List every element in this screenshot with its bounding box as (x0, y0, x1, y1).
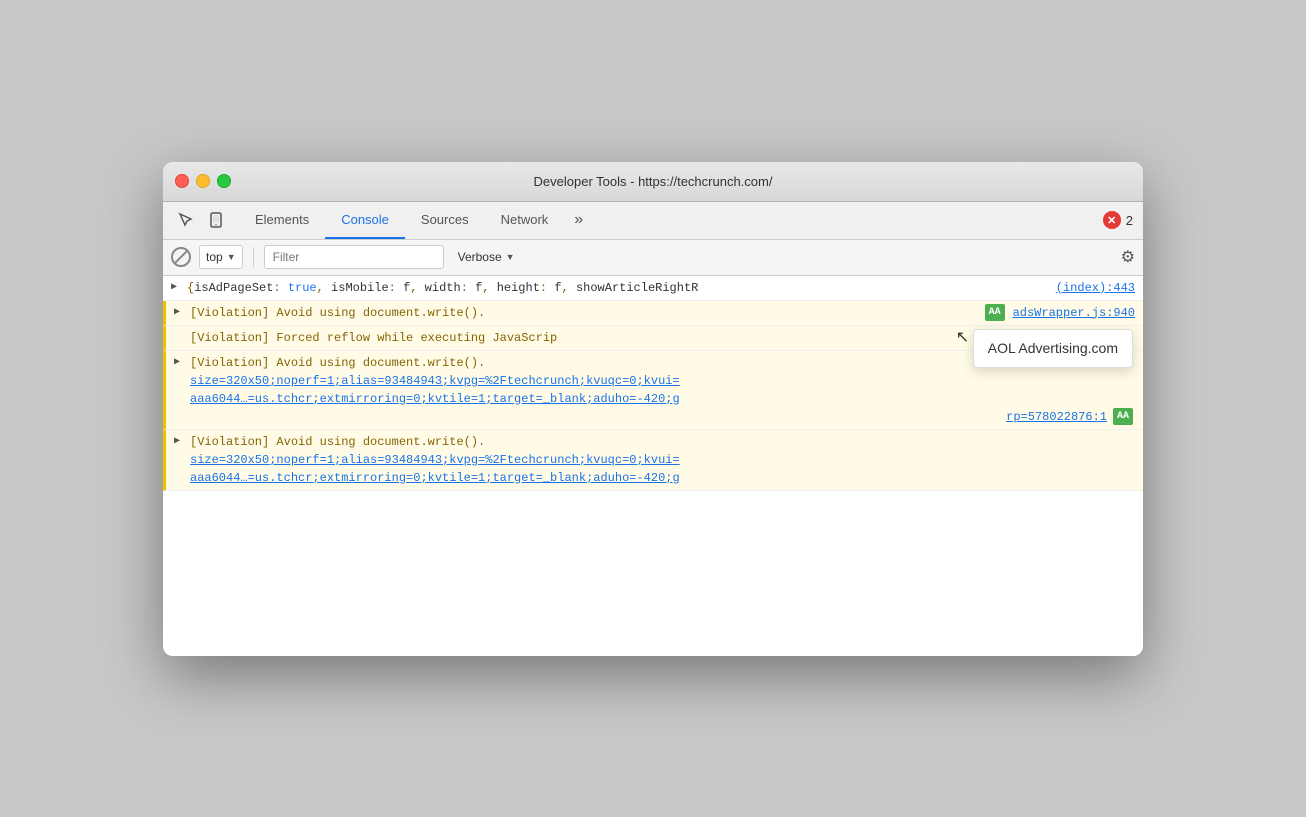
inspect-icon[interactable] (173, 207, 199, 233)
settings-icon[interactable]: ⚙ (1121, 247, 1135, 267)
traffic-lights (175, 174, 231, 188)
console-text-3: [Violation] Forced reflow while executin… (190, 331, 557, 345)
clear-console-button[interactable] (171, 247, 191, 267)
device-icon[interactable] (203, 207, 229, 233)
aa-badge-1: AA (985, 304, 1005, 321)
expand-arrow-1[interactable]: ▶ (171, 280, 177, 295)
window-title: Developer Tools - https://techcrunch.com… (534, 174, 773, 189)
tab-elements[interactable]: Elements (239, 201, 325, 239)
file-link-2[interactable]: adsWrapper.js:940 (1013, 304, 1135, 322)
tooltip-popup: ↖ AOL Advertising.com (973, 329, 1133, 368)
maximize-button[interactable] (217, 174, 231, 188)
file-link-4[interactable]: rp=578022876:1 (1006, 408, 1107, 426)
tab-network[interactable]: Network (485, 201, 565, 239)
console-row-5: ▶ [Violation] Avoid using document.write… (163, 430, 1143, 491)
error-badge: ✕ 2 (1103, 211, 1133, 229)
console-content: ▶ (index):443 {isAdPageSet: true, isMobi… (163, 276, 1143, 656)
verbose-dropdown-arrow: ▼ (506, 252, 515, 262)
url-link-4b[interactable]: aaa6044…=us.tchcr;extmirroring=0;kvtile=… (190, 392, 680, 406)
filter-input[interactable] (264, 245, 444, 269)
tooltip-text: AOL Advertising.com (988, 340, 1118, 356)
minimize-button[interactable] (196, 174, 210, 188)
error-icon: ✕ (1103, 211, 1121, 229)
console-text-4: [Violation] Avoid using document.write()… (190, 356, 485, 370)
expand-arrow-4[interactable]: ▶ (174, 355, 180, 370)
tab-sources[interactable]: Sources (405, 201, 485, 239)
context-dropdown-arrow: ▼ (227, 252, 236, 262)
console-text-5: [Violation] Avoid using document.write()… (190, 435, 485, 449)
console-text-2: [Violation] Avoid using document.write()… (190, 306, 485, 320)
tab-bar: Elements Console Sources Network » ✕ 2 (163, 202, 1143, 240)
more-tabs-button[interactable]: » (568, 201, 589, 239)
tabs-container: Elements Console Sources Network (239, 201, 564, 239)
toolbar-divider (253, 247, 254, 267)
url-link-4a[interactable]: size=320x50;noperf=1;alias=93484943;kvpg… (190, 374, 680, 388)
titlebar: Developer Tools - https://techcrunch.com… (163, 162, 1143, 202)
expand-arrow-2[interactable]: ▶ (174, 305, 180, 320)
file-link-1[interactable]: (index):443 (1056, 279, 1135, 297)
console-text-1: {isAdPageSet: true, isMobile: f, width: … (187, 281, 698, 295)
expand-arrow-5[interactable]: ▶ (174, 434, 180, 449)
verbose-dropdown[interactable]: Verbose ▼ (452, 245, 521, 269)
console-toolbar: top ▼ Verbose ▼ ⚙ (163, 240, 1143, 276)
url-link-5a[interactable]: size=320x50;noperf=1;alias=93484943;kvpg… (190, 453, 680, 467)
console-row-1: ▶ (index):443 {isAdPageSet: true, isMobi… (163, 276, 1143, 301)
error-count: 2 (1126, 213, 1133, 228)
close-button[interactable] (175, 174, 189, 188)
tab-console[interactable]: Console (325, 201, 405, 239)
cursor-icon: ↖ (956, 326, 969, 350)
devtools-window: Developer Tools - https://techcrunch.com… (163, 162, 1143, 656)
aa-badge-4: AA (1113, 408, 1133, 425)
console-row-2: ▶ [Violation] Avoid using document.write… (163, 301, 1143, 326)
context-dropdown[interactable]: top ▼ (199, 245, 243, 269)
url-link-5b[interactable]: aaa6044…=us.tchcr;extmirroring=0;kvtile=… (190, 471, 680, 485)
